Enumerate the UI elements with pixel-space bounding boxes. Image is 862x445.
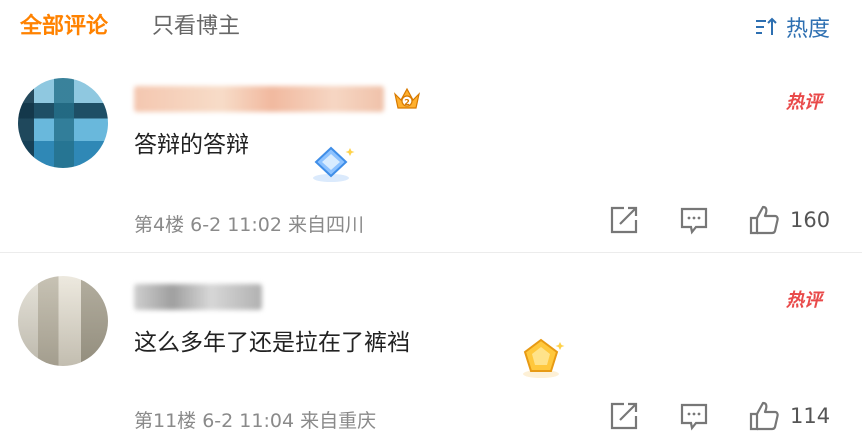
like-button[interactable]: 114 xyxy=(748,400,830,432)
svg-text:2: 2 xyxy=(404,98,410,107)
like-count: 160 xyxy=(790,208,831,232)
share-icon xyxy=(610,402,638,430)
username-blurred[interactable] xyxy=(134,284,262,310)
tab-owner-only[interactable]: 只看博主 xyxy=(152,10,240,44)
like-count: 114 xyxy=(790,404,831,428)
avatar[interactable] xyxy=(18,276,108,366)
comment-tabs: 全部评论 只看博主 热度 xyxy=(0,0,862,58)
comment-bubble-icon xyxy=(680,207,708,235)
diamond-sticker-icon xyxy=(313,146,355,182)
reply-button[interactable] xyxy=(678,401,710,431)
share-button[interactable] xyxy=(608,205,640,235)
comment-divider xyxy=(0,252,862,253)
sort-icon xyxy=(755,17,777,35)
comment-item: 2 热评 答辩的答辩 第4楼 6-2 11:02 来自四川 160 xyxy=(0,76,862,250)
thumbs-up-icon xyxy=(749,401,779,431)
comment-actions: 160 xyxy=(608,204,830,236)
sort-label: 热度 xyxy=(785,17,830,42)
hot-comment-badge: 热评 xyxy=(786,92,822,113)
sort-by-hot-button[interactable]: 热度 xyxy=(754,10,830,44)
comment-item: 热评 这么多年了还是拉在了裤裆 第11楼 6-2 11:04 来自重庆 114 xyxy=(0,270,862,445)
reply-button[interactable] xyxy=(678,205,710,235)
comment-text: 答辩的答辩 xyxy=(134,132,249,158)
hot-comment-badge: 热评 xyxy=(786,290,822,311)
comment-meta: 第11楼 6-2 11:04 来自重庆 xyxy=(134,410,377,432)
tab-all-comments[interactable]: 全部评论 xyxy=(20,10,108,44)
crown-badge-icon: 2 xyxy=(393,87,421,109)
username-blurred[interactable] xyxy=(134,86,384,112)
share-button[interactable] xyxy=(608,401,640,431)
avatar[interactable] xyxy=(18,78,108,168)
share-icon xyxy=(610,206,638,234)
comment-meta: 第4楼 6-2 11:02 来自四川 xyxy=(134,214,364,236)
comment-actions: 114 xyxy=(608,400,830,432)
like-button[interactable]: 160 xyxy=(748,204,830,236)
thumbs-up-icon xyxy=(749,205,779,235)
pentagon-gem-sticker-icon xyxy=(523,338,565,378)
comment-text: 这么多年了还是拉在了裤裆 xyxy=(134,330,410,356)
comment-bubble-icon xyxy=(680,403,708,431)
